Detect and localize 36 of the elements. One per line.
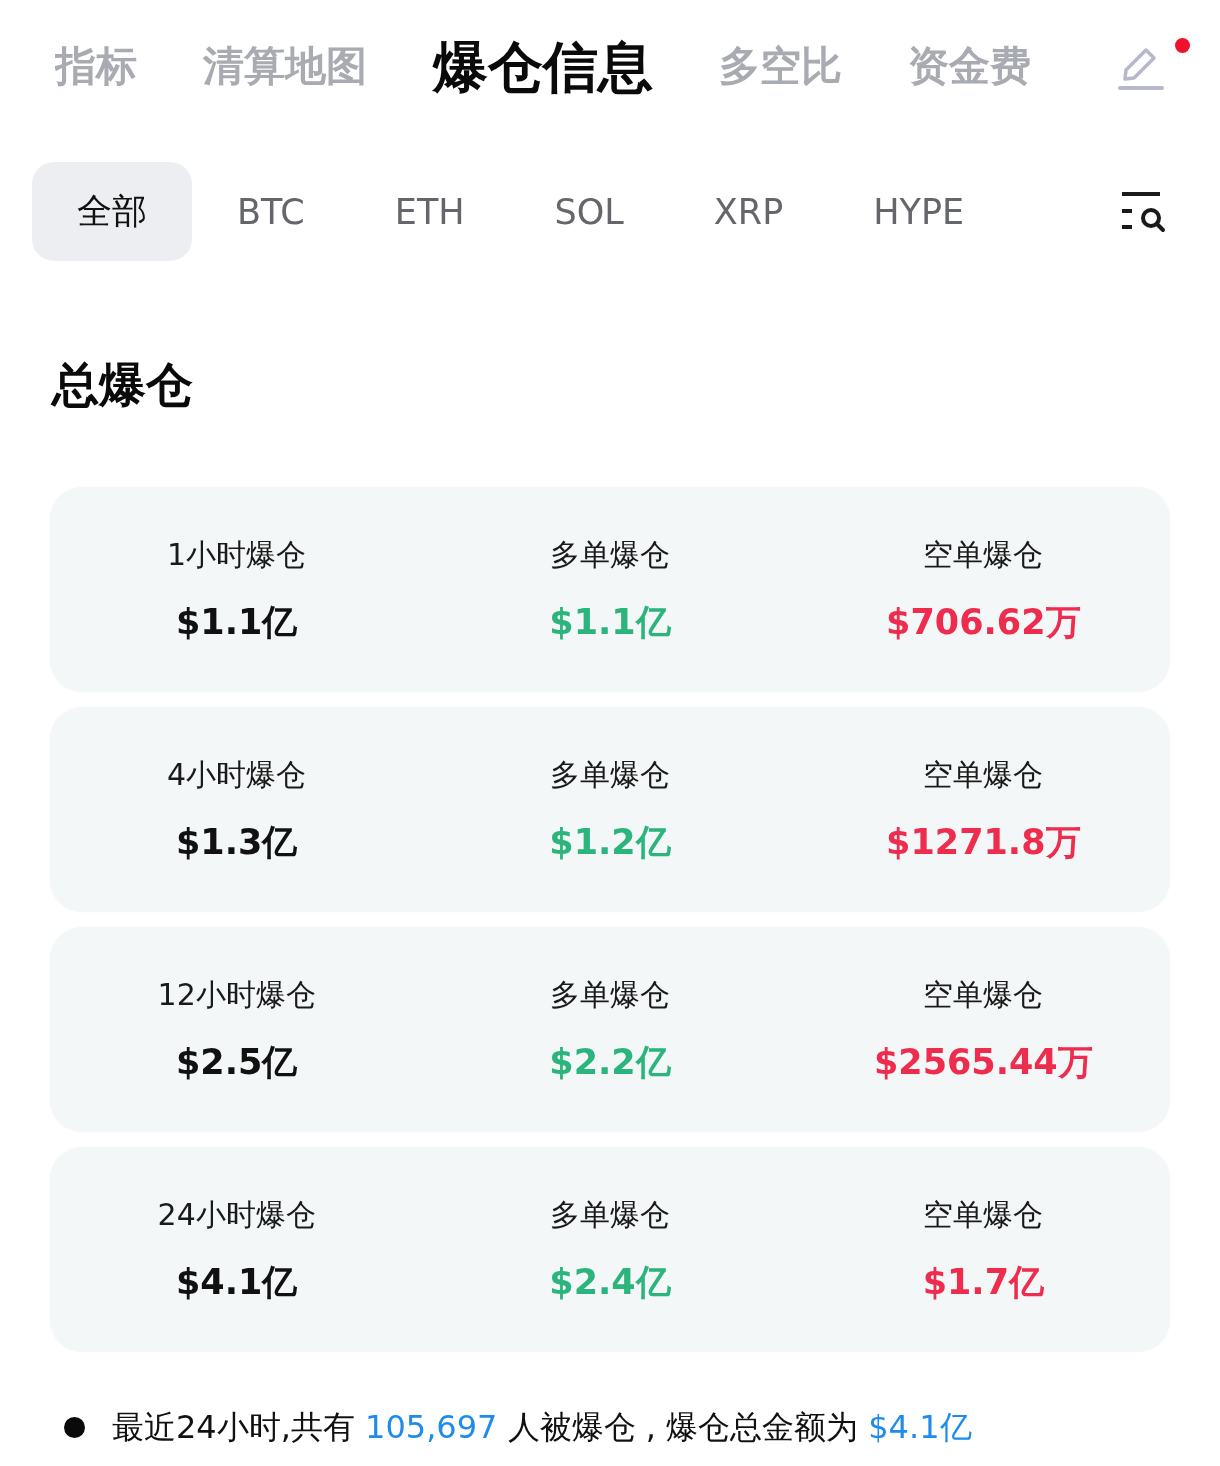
stat-label: 多单爆仓 <box>550 536 670 574</box>
stat-value: $2.4亿 <box>549 1261 671 1303</box>
section-heading: 总爆仓 <box>52 356 193 414</box>
stat-value: $1.2亿 <box>549 821 671 863</box>
stat-value: $706.62万 <box>886 601 1081 643</box>
coin-filter-tab[interactable]: 全部 <box>32 162 192 261</box>
stat-label: 空单爆仓 <box>923 756 1044 794</box>
coin-filter-tab[interactable]: BTC <box>192 162 350 261</box>
stat-label: 空单爆仓 <box>923 536 1044 574</box>
stat-label: 1小时爆仓 <box>167 536 307 574</box>
stat-value: $2565.44万 <box>873 1041 1093 1083</box>
coin-filter-tab[interactable]: XRP <box>668 162 829 261</box>
coin-filter-tab[interactable]: SOL <box>509 162 669 261</box>
stat-value: $1.3亿 <box>176 821 298 863</box>
stat-label: 多单爆仓 <box>550 756 670 794</box>
stat-label: 24小时爆仓 <box>157 1196 316 1234</box>
stat-label: 多单爆仓 <box>550 976 670 1014</box>
nav-tab[interactable]: 爆仓信息 <box>433 34 653 100</box>
stat-value: $2.5亿 <box>176 1041 298 1083</box>
stat-label: 空单爆仓 <box>923 1196 1044 1234</box>
stat-value: $1271.8万 <box>886 821 1081 863</box>
stat-value: $1.1亿 <box>176 601 298 643</box>
stat-value: $2.2亿 <box>549 1041 671 1083</box>
coin-filter-tab[interactable]: HYPE <box>828 162 1010 261</box>
filter-search-button[interactable] <box>1120 190 1166 233</box>
stat-value: $4.1亿 <box>176 1261 298 1303</box>
stat-label: 空单爆仓 <box>923 976 1044 1014</box>
coin-filter-tab[interactable]: ETH <box>349 162 510 261</box>
stat-label: 多单爆仓 <box>550 1196 670 1234</box>
stat-value: $1.7亿 <box>922 1261 1044 1303</box>
bullet-icon <box>64 1416 85 1438</box>
summary-text: 最近24小时,共有 105,697 人被爆仓 , 爆仓总金额为 $4.1亿 <box>112 1407 972 1448</box>
stat-label: 4小时爆仓 <box>167 756 307 794</box>
stat-label: 12小时爆仓 <box>157 976 316 1014</box>
stat-value: $1.1亿 <box>549 601 671 643</box>
list-search-icon <box>1120 190 1166 233</box>
